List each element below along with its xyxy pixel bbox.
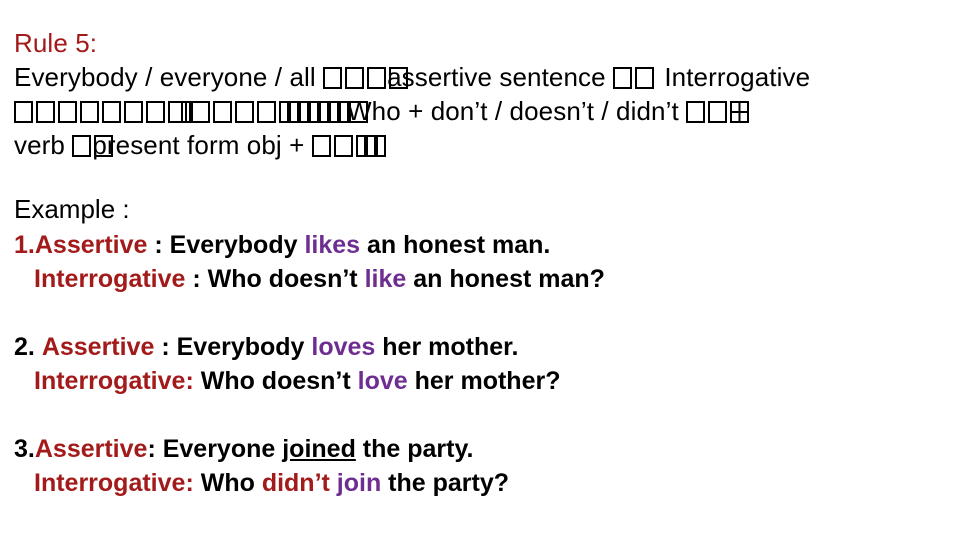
rule-line-4-text-b: present form obj + xyxy=(92,130,305,160)
rule-line-4-text-a: verb xyxy=(14,130,65,160)
missing-glyph-box xyxy=(257,101,276,123)
missing-glyph-box xyxy=(36,101,55,123)
rule-line-4: verb present form obj + xyxy=(14,128,944,162)
example-2-assertive-pre: Everybody xyxy=(176,333,312,361)
missing-glyph-box xyxy=(375,135,386,157)
missing-glyph-box xyxy=(299,101,309,123)
missing-glyph-box xyxy=(329,101,339,123)
example-1-assertive-pre: Everybody xyxy=(169,231,305,259)
missing-glyph-box xyxy=(58,101,77,123)
example-2-interrogative-verb: love xyxy=(357,367,408,395)
missing-glyph-box xyxy=(345,67,365,89)
example-3-number: 3. xyxy=(14,435,35,463)
missing-glyph-box xyxy=(319,101,329,123)
rule-line-3-text: Who + don’t / doesn’t / didn’t xyxy=(347,96,679,126)
example-2-assertive-line: 2. Assertive : Everybody loves her mothe… xyxy=(14,330,944,364)
example-1-interrogative-line: Interrogative : Who doesn’t like an hone… xyxy=(14,262,944,296)
missing-glyph-box xyxy=(102,101,121,123)
missing-glyph-box xyxy=(213,101,232,123)
missing-glyph-box xyxy=(14,101,33,123)
rule-line-2-text-c: Interrogative xyxy=(664,62,811,92)
example-1-assertive-separator: : xyxy=(147,231,170,259)
example-2-interrogative-pre: Who doesn’t xyxy=(200,367,358,395)
example-1-number: 1. xyxy=(14,231,35,259)
example-1-interrogative-separator: : xyxy=(185,265,208,293)
example-2-interrogative-separator: : xyxy=(185,367,201,395)
example-spacer xyxy=(14,398,944,432)
example-1-assertive-post: an honest man. xyxy=(360,231,551,259)
missing-glyph-box xyxy=(367,67,387,89)
examples-heading: Example : xyxy=(14,194,130,224)
missing-glyph-box xyxy=(80,101,99,123)
example-1-assertive-label: Assertive xyxy=(34,231,148,259)
example-1-assertive-line: 1.Assertive : Everybody likes an honest … xyxy=(14,228,944,262)
missing-glyph-box xyxy=(181,101,191,123)
missing-glyph-box xyxy=(333,135,353,157)
missing-glyph-box xyxy=(613,67,633,89)
missing-glyph-box xyxy=(191,101,210,123)
missing-glyph-box xyxy=(635,67,655,89)
example-2-assertive-separator: : xyxy=(154,333,177,361)
example-3-assertive-verb: joined xyxy=(282,435,356,463)
example-3-interrogative-line: Interrogative: Who didn’t join the party… xyxy=(14,466,944,500)
missing-glyph-box xyxy=(365,135,376,157)
missing-glyph-box xyxy=(235,101,254,123)
example-1-interrogative-label: Interrogative xyxy=(34,265,186,293)
example-3-assertive-separator: : xyxy=(147,435,163,463)
example-2-assertive-post: her mother. xyxy=(375,333,519,361)
example-1-interrogative-verb: like xyxy=(364,265,407,293)
example-3-interrogative-post: the party? xyxy=(381,469,510,497)
missing-glyph-box xyxy=(124,101,143,123)
missing-glyph-box xyxy=(279,101,289,123)
example-2-number: 2. xyxy=(14,333,35,361)
example-2-assertive-label: Assertive xyxy=(41,333,155,361)
example-1-interrogative-post: an honest man? xyxy=(406,265,605,293)
rule-line-2-text-b: assertive sentence xyxy=(387,62,606,92)
example-1-interrogative-pre: Who doesn’t xyxy=(207,265,365,293)
example-3-interrogative-pre: Who xyxy=(200,469,262,497)
example-3-assertive-post: the party. xyxy=(355,435,474,463)
example-3-interrogative-verb: join xyxy=(336,469,382,497)
missing-glyph-box xyxy=(686,101,706,123)
example-2-interrogative-post: her mother? xyxy=(407,367,561,395)
example-1-assertive-verb: likes xyxy=(304,231,361,259)
rule-line-3: Who + don’t / doesn’t / didn’t xyxy=(14,94,944,128)
missing-glyph-box xyxy=(309,101,319,123)
example-2-assertive-verb: loves xyxy=(311,333,376,361)
example-spacer xyxy=(14,296,944,330)
example-3-assertive-line: 3.Assertive: Everyone joined the party. xyxy=(14,432,944,466)
missing-glyph-box xyxy=(323,67,343,89)
example-3-interrogative-aux: didn’t xyxy=(261,469,330,497)
rule-block: Rule 5: Everybody / everyone / all asser… xyxy=(14,26,944,162)
missing-glyph-box xyxy=(708,101,728,123)
example-2-interrogative-label: Interrogative xyxy=(34,367,186,395)
rule-line-2: Everybody / everyone / all assertive sen… xyxy=(14,60,944,94)
example-2-interrogative-line: Interrogative: Who doesn’t love her moth… xyxy=(14,364,944,398)
missing-glyph-box-plus xyxy=(730,101,750,123)
slide-canvas: Rule 5: Everybody / everyone / all asser… xyxy=(0,0,960,540)
missing-glyph-box xyxy=(355,135,366,157)
missing-glyph-box xyxy=(311,135,331,157)
rule-line-2-text-a: Everybody / everyone / all xyxy=(14,62,316,92)
missing-glyph-box xyxy=(289,101,299,123)
example-3-assertive-pre: Everyone xyxy=(162,435,283,463)
example-3-assertive-label: Assertive xyxy=(34,435,148,463)
example-3-interrogative-separator: : xyxy=(185,469,201,497)
rule-title: Rule 5: xyxy=(14,28,98,58)
missing-glyph-box xyxy=(146,101,165,123)
example-3-interrogative-label: Interrogative xyxy=(34,469,186,497)
missing-glyph-box xyxy=(72,135,92,157)
examples-block: Example : 1.Assertive : Everybody likes … xyxy=(14,192,944,500)
